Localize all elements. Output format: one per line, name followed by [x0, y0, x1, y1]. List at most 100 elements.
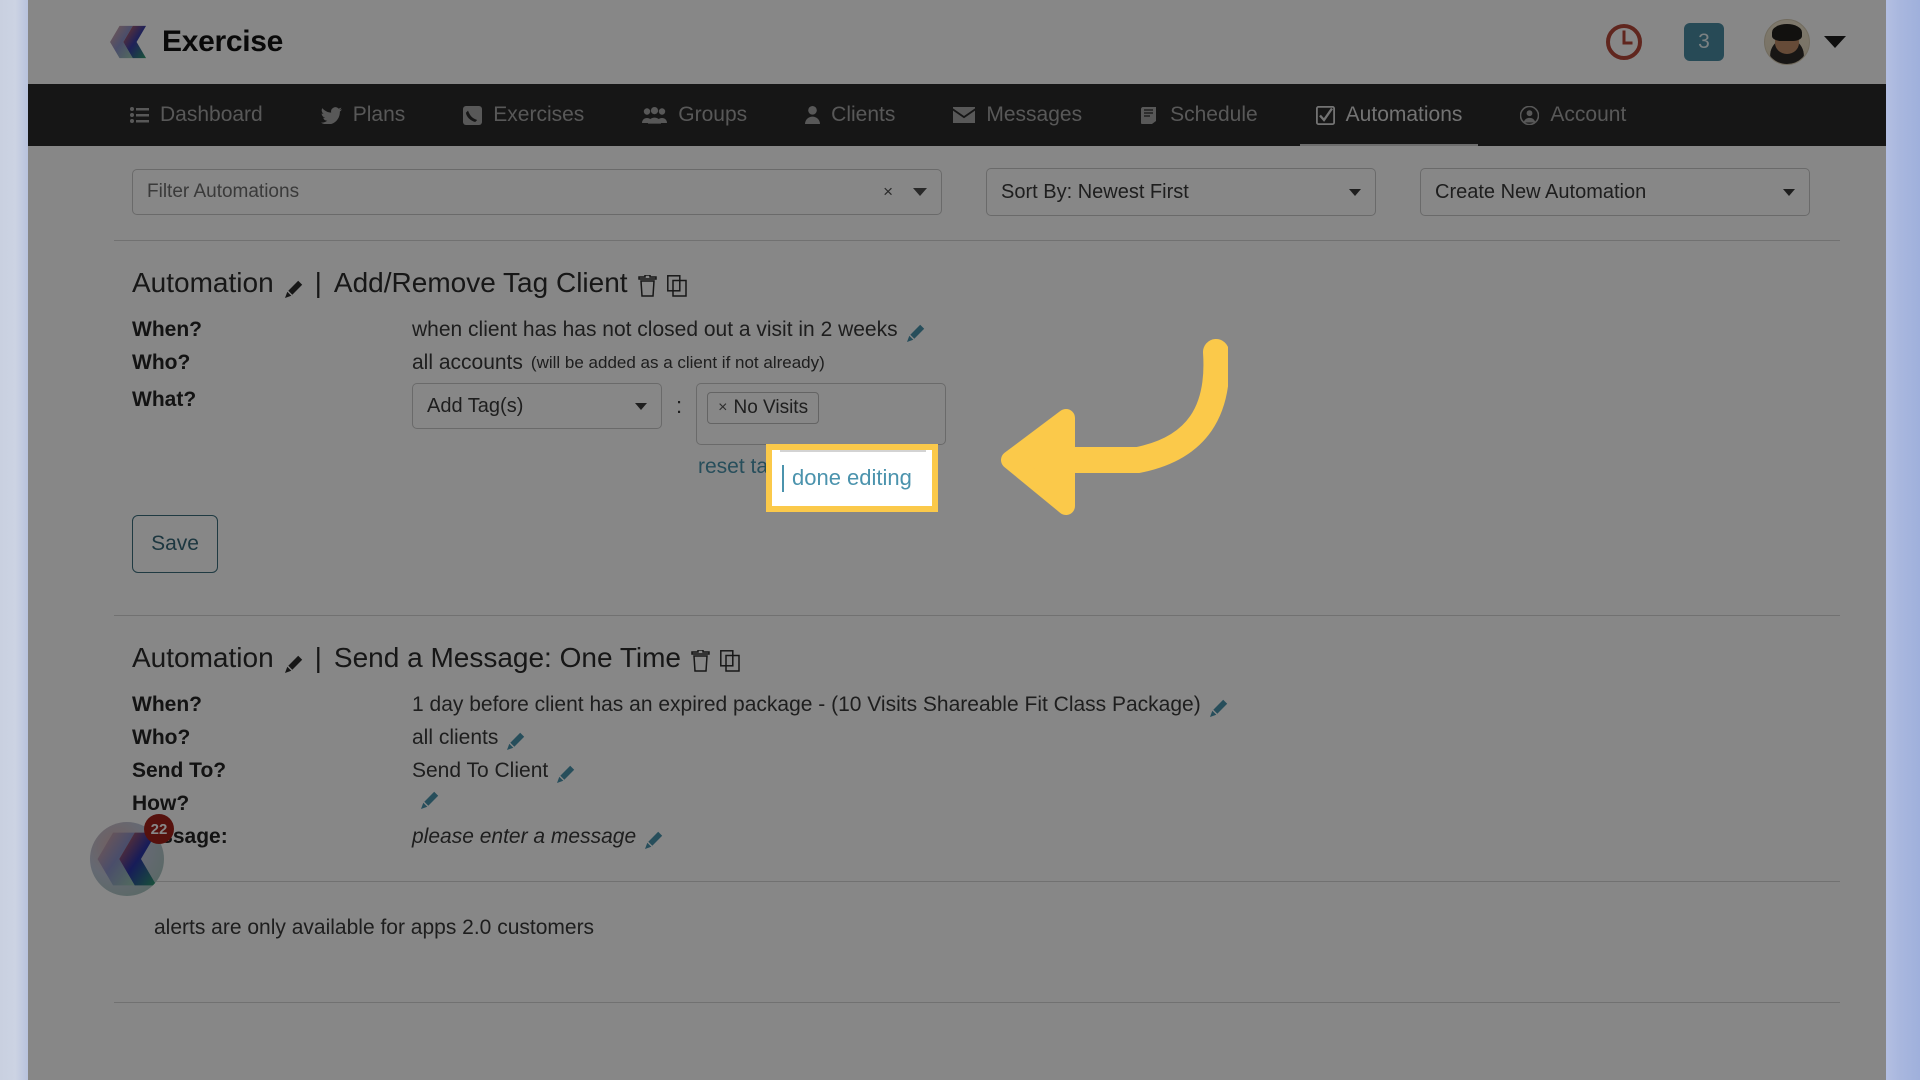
save-button[interactable]: Save	[132, 515, 218, 573]
title-separator: |	[314, 642, 322, 673]
pencil-icon[interactable]	[644, 827, 663, 849]
filter-automations-input[interactable]: Filter Automations ×	[132, 169, 942, 215]
clear-x-icon[interactable]: ×	[883, 182, 893, 202]
divider	[114, 881, 1840, 882]
nav-item-groups[interactable]: Groups	[626, 84, 763, 146]
row-value-text: when client has has not closed out a vis…	[412, 318, 898, 341]
nav-item-schedule[interactable]: Schedule	[1124, 84, 1274, 146]
tag-chip[interactable]: × No Visits	[707, 392, 820, 424]
automation-name: Add/Remove Tag Client	[333, 267, 628, 298]
row-value-text: all clients	[412, 726, 499, 749]
automation-title-1: Automation | Add/Remove Tag Client	[132, 241, 1840, 299]
trash-icon[interactable]	[691, 647, 710, 672]
person-icon	[805, 106, 821, 124]
x-icon[interactable]: ×	[718, 399, 727, 417]
book-icon	[1140, 106, 1159, 125]
notification-count-badge[interactable]: 3	[1684, 23, 1724, 61]
pencil-icon[interactable]	[284, 274, 303, 298]
pencil-icon[interactable]	[1209, 695, 1228, 717]
automation-row: How?	[132, 787, 1840, 820]
pencil-icon[interactable]	[906, 320, 925, 342]
nav-item-plans[interactable]: Plans	[305, 84, 422, 146]
row-value-text: all accounts	[412, 351, 523, 374]
create-new-value: Create New Automation	[1435, 180, 1647, 203]
trash-icon[interactable]	[637, 272, 657, 297]
brand[interactable]: Exercise	[110, 24, 283, 60]
pencil-icon[interactable]	[420, 787, 439, 809]
row-value: 1 day before client has an expired packa…	[412, 688, 1228, 721]
row-value-text: 1 day before client has an expired packa…	[412, 693, 1201, 716]
divider	[114, 1002, 1840, 1003]
nav-item-exercises[interactable]: Exercises	[447, 84, 600, 146]
automation-prefix: Automation	[132, 267, 274, 298]
row-label: Send To?	[132, 759, 227, 782]
automation-row: Message: please enter a message	[132, 820, 1840, 853]
row-label: How?	[132, 792, 190, 815]
chevron-down-icon	[1824, 36, 1846, 48]
nav-item-automations[interactable]: Automations	[1299, 84, 1479, 146]
window-edge-right	[1886, 0, 1920, 1080]
row-label: When?	[132, 693, 202, 716]
phone-icon	[463, 105, 483, 125]
automation-row: When? 1 day before client has an expired…	[132, 688, 1840, 721]
clock-icon[interactable]	[1604, 22, 1644, 62]
copy-icon[interactable]	[666, 272, 687, 297]
done-editing-highlight[interactable]: done editing	[766, 444, 938, 512]
row-label: Who?	[132, 351, 191, 374]
chevron-down-icon	[1325, 188, 1361, 196]
alerts-note-row: alerts are only available for apps 2.0 c…	[28, 916, 1886, 940]
brand-name: Exercise	[162, 25, 284, 58]
copy-icon[interactable]	[720, 647, 740, 672]
nav-item-dashboard[interactable]: Dashboard	[114, 84, 279, 146]
nav-label: Exercises	[493, 103, 585, 126]
nav-label: Plans	[352, 103, 406, 126]
automation-row: Send To? Send To Client	[132, 754, 1840, 787]
sort-by-select[interactable]: Sort By: Newest First	[986, 168, 1376, 216]
sort-by-value: Sort By: Newest First	[1001, 180, 1189, 203]
pencil-icon[interactable]	[506, 728, 525, 750]
avatar	[1764, 19, 1810, 65]
nav-label: Groups	[678, 103, 748, 126]
tag-action-select[interactable]: Add Tag(s)	[412, 383, 662, 429]
support-widget-badge[interactable]: 22	[144, 814, 174, 844]
row-value: Send To Client	[412, 754, 575, 787]
text-cursor-icon	[782, 464, 784, 492]
chevron-down-icon	[635, 402, 647, 410]
nav-label: Account	[1550, 103, 1627, 126]
envelope-icon	[953, 107, 976, 123]
list-icon	[130, 107, 149, 123]
automations-toolbar: Filter Automations × Sort By: Newest Fir…	[28, 146, 1886, 216]
row-label: When?	[132, 318, 202, 341]
chevron-down-icon[interactable]	[913, 188, 927, 196]
nav-label: Clients	[831, 103, 896, 126]
tag-chip-label: No Visits	[733, 397, 809, 418]
tag-action-value: Add Tag(s)	[427, 394, 524, 417]
nav-label: Messages	[986, 103, 1083, 126]
alerts-note-text: alerts are only available for apps 2.0 c…	[154, 916, 595, 939]
row-value-text: Send To Client	[412, 759, 549, 782]
main-navigation: Dashboard Plans Exercises Groups Clients…	[28, 84, 1886, 146]
colon-separator: :	[676, 393, 683, 418]
curved-arrow-left-icon	[1001, 339, 1228, 515]
row-value: all accounts (will be added as a client …	[412, 346, 825, 379]
account-menu[interactable]	[1764, 19, 1846, 65]
header-actions: 3	[1604, 19, 1846, 65]
nav-item-account[interactable]: Account	[1504, 84, 1642, 146]
nav-label: Schedule	[1170, 103, 1258, 126]
automation-prefix: Automation	[132, 642, 274, 673]
cut-off-text	[28, 1019, 1886, 1033]
tag-input-box[interactable]: × No Visits	[696, 383, 947, 445]
create-new-automation-select[interactable]: Create New Automation	[1420, 168, 1810, 216]
row-label: What?	[132, 388, 197, 411]
pencil-icon[interactable]	[284, 649, 303, 673]
callout-field-edge	[780, 450, 926, 452]
window-edge-left	[0, 0, 28, 1080]
user-circle-icon	[1520, 105, 1540, 125]
nav-item-clients[interactable]: Clients	[789, 84, 911, 146]
nav-item-messages[interactable]: Messages	[937, 84, 1098, 146]
row-value	[412, 787, 439, 809]
exercise-chevron-logo-icon	[110, 24, 148, 60]
done-editing-label[interactable]: done editing	[792, 465, 912, 491]
pencil-icon[interactable]	[556, 761, 575, 783]
row-label: Who?	[132, 726, 191, 749]
